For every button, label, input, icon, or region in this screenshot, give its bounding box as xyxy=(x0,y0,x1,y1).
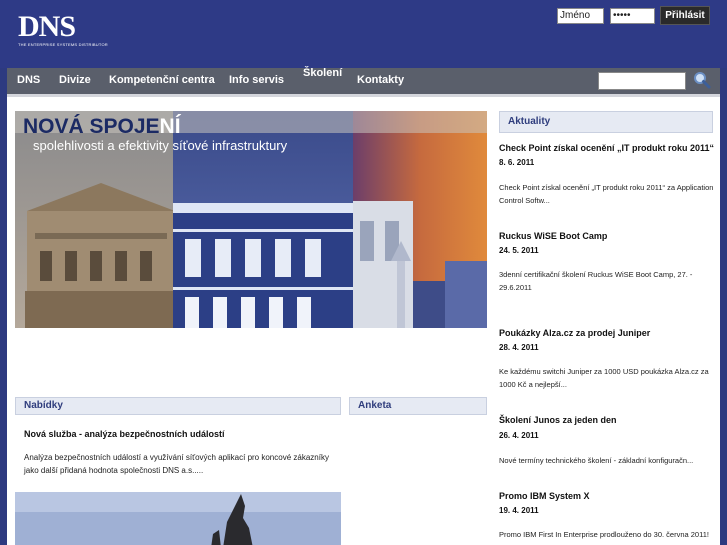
news-text: Ke každému switchi Juniper za 1000 USD p… xyxy=(499,367,709,389)
banner-title: NOVÁ SPOJENÍ xyxy=(23,115,181,138)
poll-heading: Anketa xyxy=(349,397,487,415)
news-title[interactable]: Promo IBM System X xyxy=(499,491,590,501)
dns-logo[interactable]: DNS THE ENTERPRISE SYSTEMS DISTRIBUTOR xyxy=(18,10,108,50)
news-text: 3denní certifikační školení Ruckus WiSE … xyxy=(499,270,693,292)
news-date: 19. 4. 2011 xyxy=(499,506,539,515)
offer-title[interactable]: Nová služba - analýza bezpečnostních udá… xyxy=(24,429,225,439)
news-text: Promo IBM First In Enterprise prodloužen… xyxy=(499,530,709,539)
news-title[interactable]: Check Point získal ocenění „IT produkt r… xyxy=(499,143,714,153)
banner[interactable]: NOVÁ SPOJENÍ spolehlivosti a efektivity … xyxy=(15,111,487,328)
news-text: Check Point získal ocenění „IT produkt r… xyxy=(499,183,714,205)
nav-item-skoleni[interactable]: Školení xyxy=(303,67,342,80)
offer-photo[interactable] xyxy=(15,492,341,545)
offer-text: Analýza bezpečnostních událostí a využív… xyxy=(24,453,329,475)
password-field[interactable]: ••••• xyxy=(610,8,655,24)
nav-item-kontakty[interactable]: Kontakty xyxy=(357,74,404,86)
news-title[interactable]: Školení Junos za jeden den xyxy=(499,415,617,425)
logo-text: DNS xyxy=(18,10,76,43)
news-title[interactable]: Ruckus WiSE Boot Camp xyxy=(499,231,607,241)
news-heading: Aktuality xyxy=(499,111,713,133)
logo-tagline: THE ENTERPRISE SYSTEMS DISTRIBUTOR xyxy=(18,42,108,47)
banner-title-accent: NÍ xyxy=(159,115,181,138)
nav-item-info-servis[interactable]: Info servis xyxy=(229,74,284,86)
news-date: 24. 5. 2011 xyxy=(499,246,539,255)
main-nav: DNS Divize Kompetenční centra Info servi… xyxy=(7,67,720,94)
username-field[interactable]: Jméno xyxy=(557,8,604,24)
news-text: Nové termíny technického školení - zákla… xyxy=(499,456,694,465)
login-button[interactable]: Přihlásit xyxy=(660,6,710,25)
photo-illustration xyxy=(15,492,341,545)
nav-item-kompetencni-centra[interactable]: Kompetenční centra xyxy=(109,74,215,86)
news-title[interactable]: Poukázky Alza.cz za prodej Juniper xyxy=(499,328,650,338)
news-date: 26. 4. 2011 xyxy=(499,431,539,440)
content-area: NOVÁ SPOJENÍ spolehlivosti a efektivity … xyxy=(7,94,720,545)
offers-heading: Nabídky xyxy=(15,397,341,415)
nav-item-divize[interactable]: Divize xyxy=(59,74,91,86)
search-input[interactable] xyxy=(598,72,686,90)
site-header: DNS THE ENTERPRISE SYSTEMS DISTRIBUTOR J… xyxy=(0,0,727,68)
banner-subtitle: spolehlivosti a efektivity síťové infras… xyxy=(33,138,288,153)
search-icon[interactable] xyxy=(693,71,711,89)
nav-item-dns[interactable]: DNS xyxy=(17,74,40,86)
news-date: 28. 4. 2011 xyxy=(499,343,539,352)
news-date: 8. 6. 2011 xyxy=(499,158,535,167)
